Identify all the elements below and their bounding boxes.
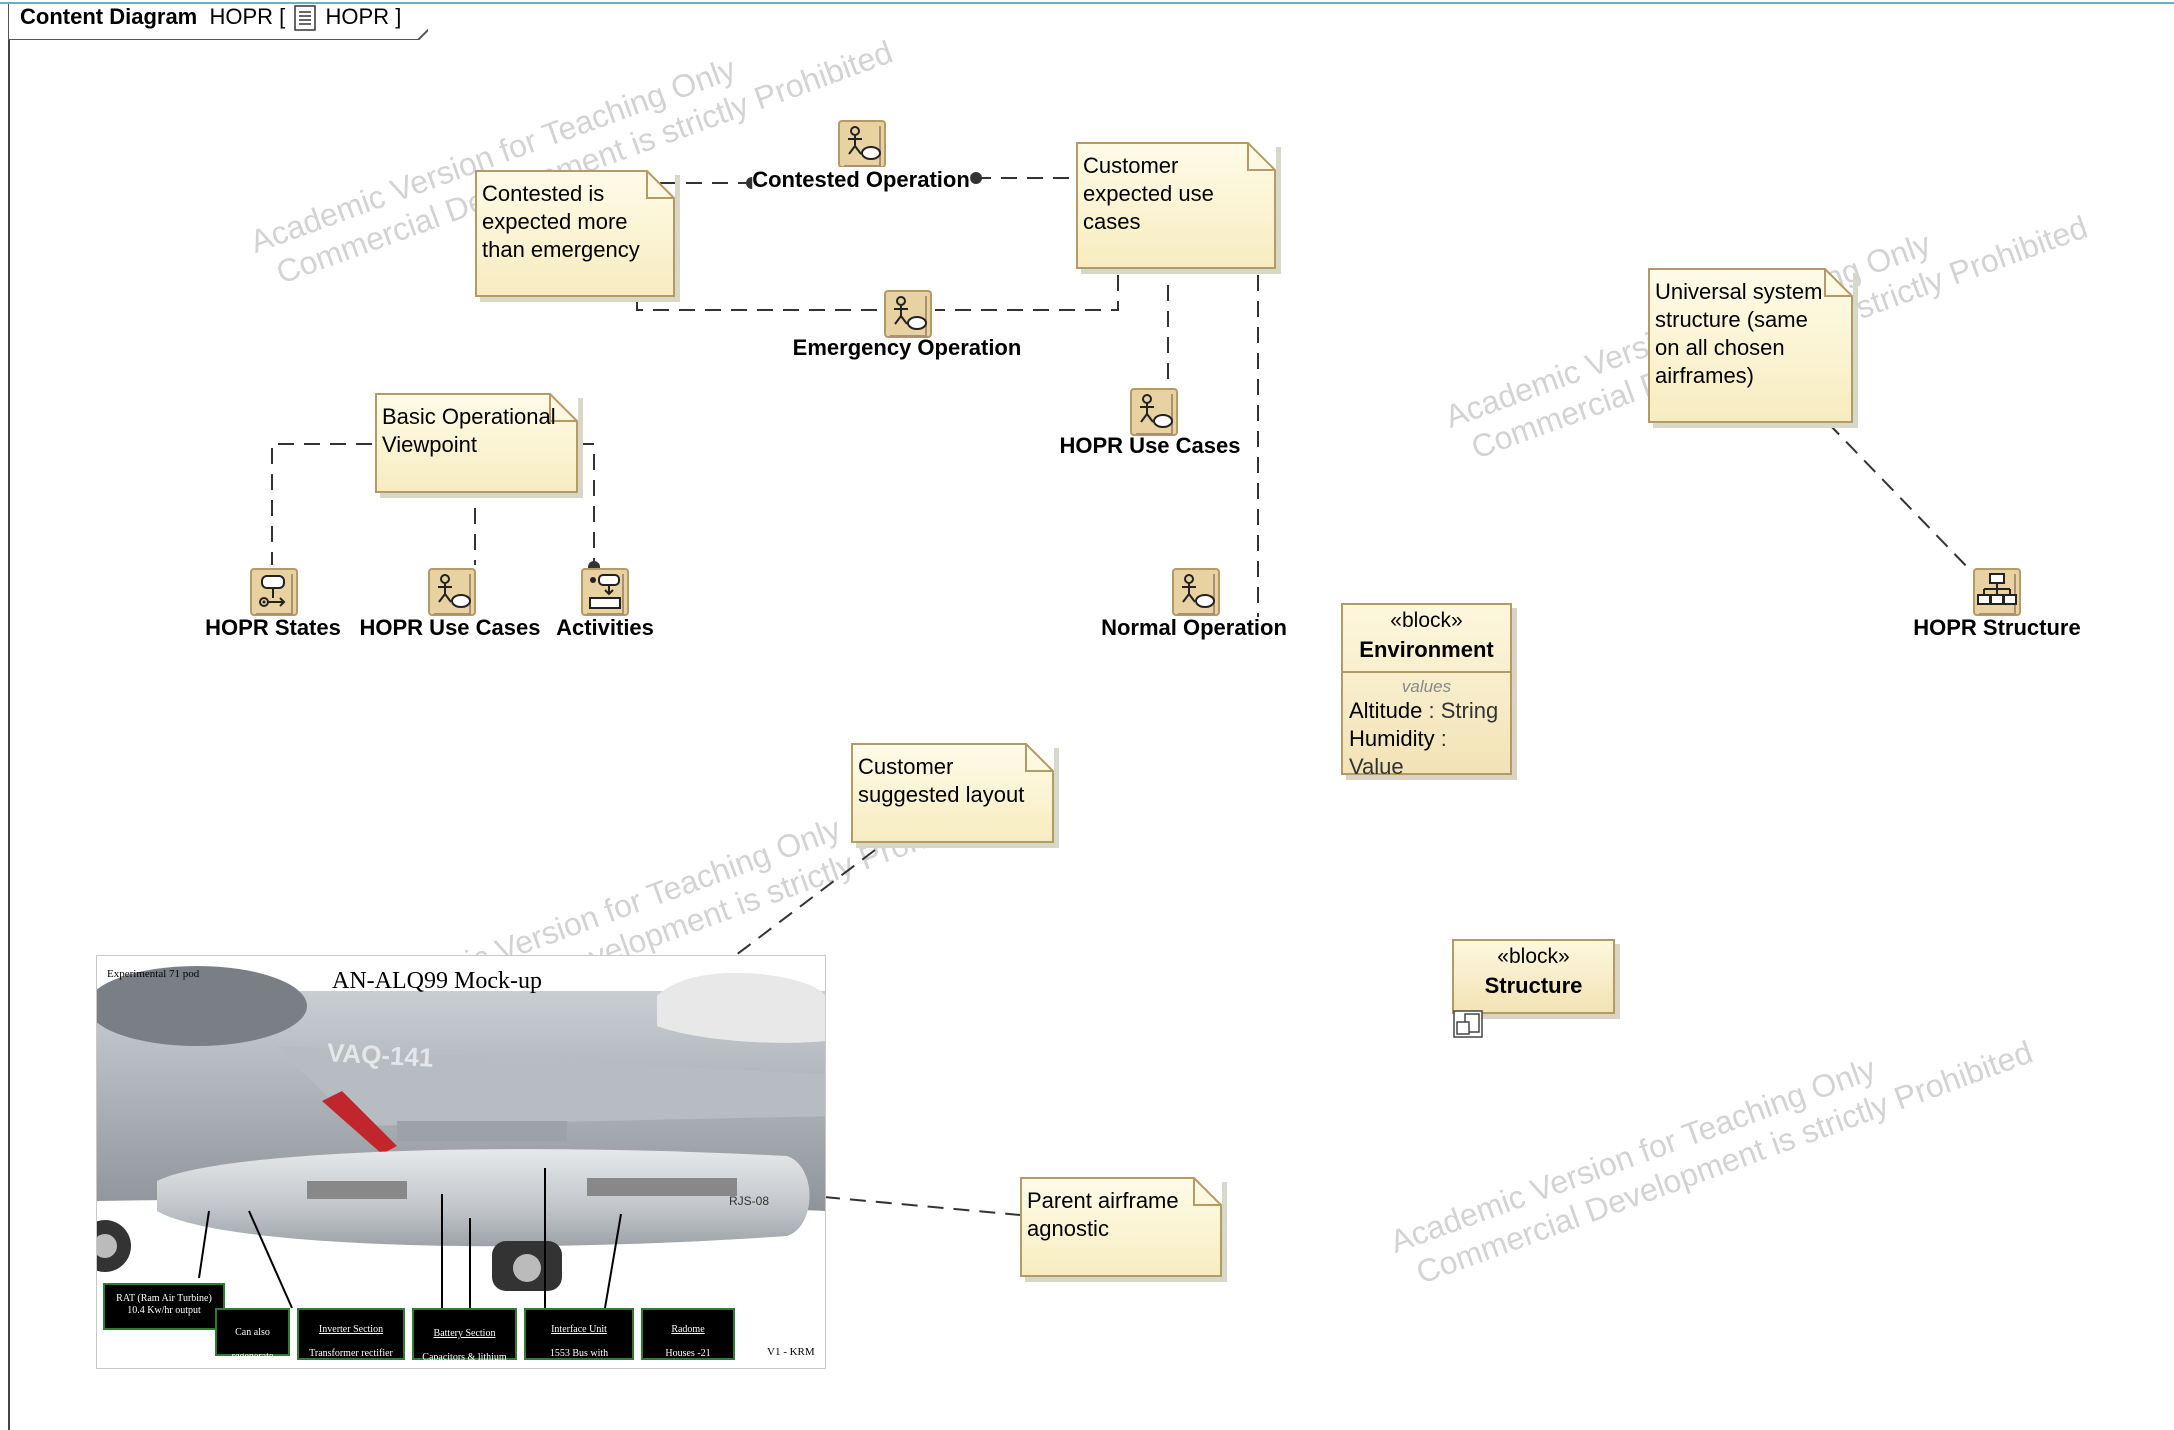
attribute-altitude[interactable]: Altitude : String [1349,697,1504,725]
connector-end-dot [970,172,982,184]
block-name: Structure [1484,973,1583,998]
use-case-diagram-icon[interactable] [838,120,888,170]
callout-regenerate: Can also regenerate A/C power [215,1308,290,1368]
block-environment[interactable]: «block» Environment values Altitude : St… [1341,603,1512,779]
connector-viewpoint-to-activities[interactable] [578,443,595,565]
note-basic-viewpoint[interactable]: Basic Operational Viewpoint [375,393,578,493]
element-label[interactable]: HOPR Structure [1913,615,2080,641]
connector-layout-note-to-mockup[interactable] [731,849,876,959]
mockup-image[interactable]: Experimental 71 pod AN-ALQ99 Mock-up VAQ… [96,955,826,1369]
note-text: Customer expected use cases [1083,153,1214,234]
element-label[interactable]: Activities [556,615,654,641]
use-case-diagram-icon[interactable] [884,290,934,340]
use-case-diagram-icon[interactable] [428,568,478,618]
connector-mockup-to-airframe-note[interactable] [823,1196,1021,1216]
diagram-link-icon[interactable] [1453,1010,1485,1040]
pod-code: RJS-08 [729,1194,770,1208]
structure-diagram-icon[interactable] [1973,568,2023,618]
note-contested[interactable]: Contested is expected more than emergenc… [475,170,675,297]
fuselage-marking: VAQ-141 [326,1037,435,1073]
note-text: Parent airframe agnostic [1027,1188,1179,1241]
compartment-title: values [1401,677,1452,696]
callout-inverter-section: Inverter Section Transformer rectifier &… [297,1308,405,1368]
mockup-version: V1 - KRM [767,1346,815,1358]
element-label[interactable]: HOPR States [205,615,341,641]
note-text: Universal system structure (same on all … [1655,279,1823,388]
callout-radome: Radome Houses -21 equipment & forms/docs [641,1308,735,1368]
state-machine-diagram-icon[interactable] [250,568,300,618]
note-text: Customer suggested layout [858,754,1025,807]
element-label[interactable]: Normal Operation [1101,615,1287,641]
diagram-canvas: Content Diagram HOPR [ HOPR ] Academic V… [0,0,2174,1430]
connector-customer-note-to-emergency-op[interactable] [935,275,1119,311]
note-universal-structure[interactable]: Universal system structure (same on all … [1648,268,1853,423]
element-label[interactable]: HOPR Use Cases [1060,433,1241,459]
note-text: Basic Operational Viewpoint [382,404,556,457]
connector-viewpoint-to-hopr-states[interactable] [271,443,372,565]
attribute-humidity[interactable]: Humidity : Value [1349,725,1504,781]
element-label[interactable]: Contested Operation [752,167,970,193]
use-case-diagram-icon[interactable] [1130,388,1180,438]
activity-diagram-icon[interactable] [581,568,631,618]
connector-contested-note-to-emergency-op[interactable] [636,300,890,311]
mockup-title: AN-ALQ99 Mock-up [332,968,542,994]
note-text: Contested is expected more than emergenc… [482,181,640,262]
callout-interface-unit: Interface Unit 1553 Bus with control sec… [524,1308,634,1368]
note-parent-airframe[interactable]: Parent airframe agnostic [1020,1177,1222,1277]
callout-rat: RAT (Ram Air Turbine) 10.4 Kw/hr output [103,1283,225,1330]
block-name: Environment [1359,637,1494,662]
note-customer-expected[interactable]: Customer expected use cases [1076,142,1276,269]
connector-universal-note-to-hopr-structure[interactable] [1827,422,1973,573]
block-structure[interactable]: «block» Structure [1452,939,1615,1014]
block-stereotype: «block» [1390,609,1463,632]
element-label[interactable]: HOPR Use Cases [360,615,541,641]
callout-battery-section: Battery Section Capacitors & lithium ion… [412,1308,517,1368]
block-stereotype: «block» [1497,945,1570,968]
element-label[interactable]: Emergency Operation [793,335,1022,361]
note-customer-layout[interactable]: Customer suggested layout [851,743,1054,843]
use-case-diagram-icon[interactable] [1172,568,1222,618]
values-compartment: values Altitude : String Humidity : Valu… [1343,671,1510,785]
